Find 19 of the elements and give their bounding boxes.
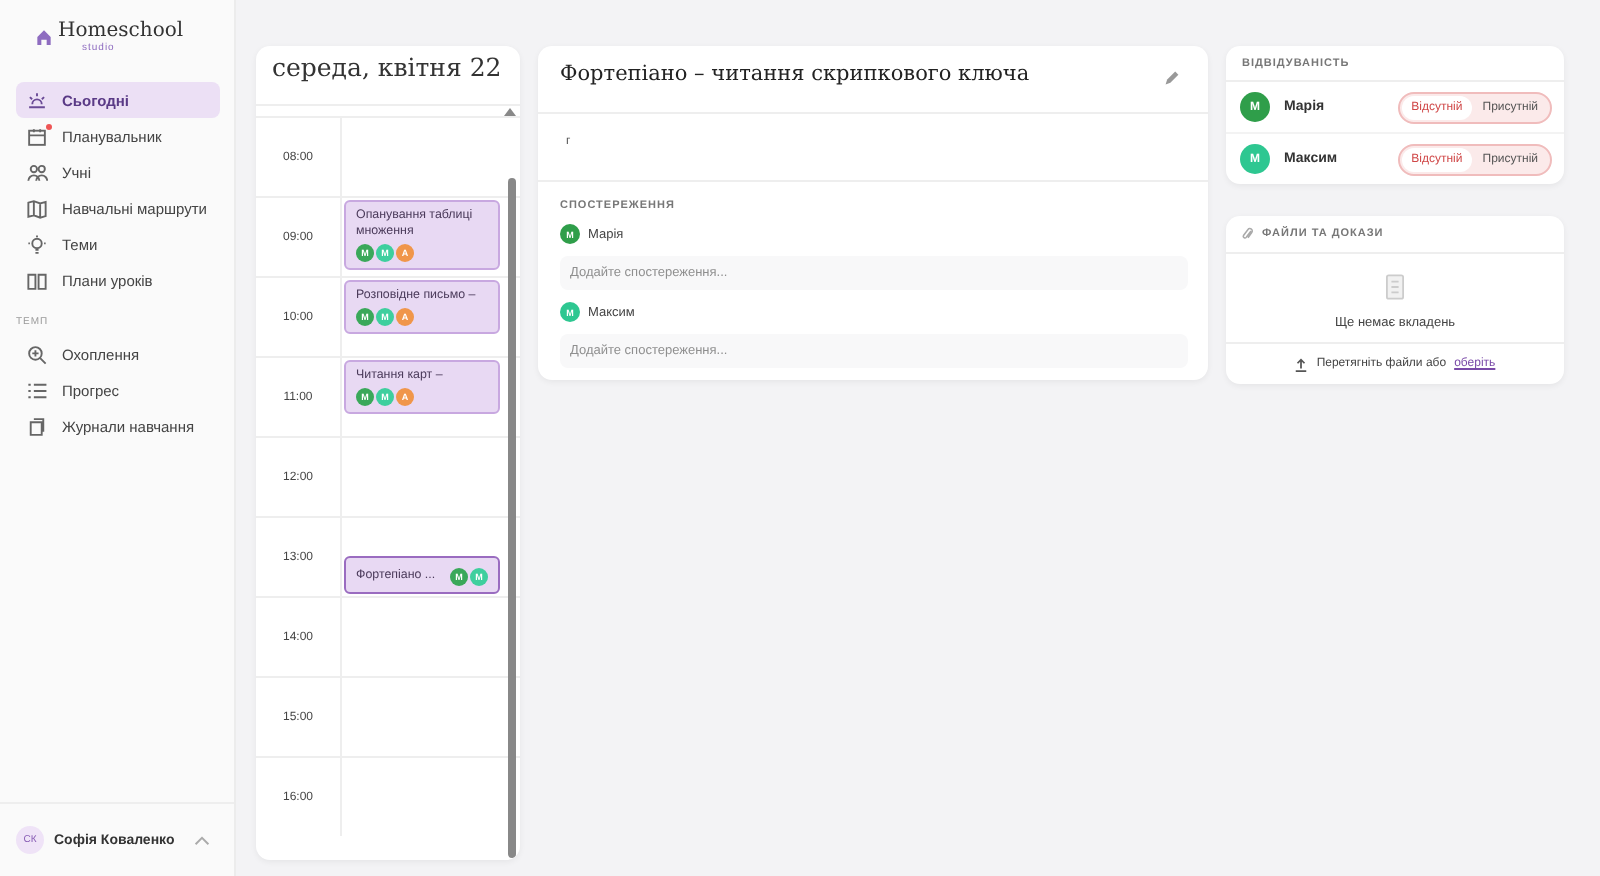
nav-icon (26, 197, 48, 219)
nav-icon (26, 161, 48, 183)
upload-icon (1294, 357, 1309, 371)
chevron-icon[interactable] (194, 835, 210, 845)
scrollbar[interactable] (508, 178, 516, 858)
paperclip-icon (1242, 226, 1254, 242)
calendar-title: середа, квітня 22 (256, 46, 520, 106)
edit-icon[interactable] (1164, 70, 1180, 86)
brand-name: Homeschool (58, 20, 184, 42)
nav-icon (26, 89, 48, 111)
nav-icon (26, 343, 48, 365)
lesson-title: Фортепіано – читання скрипкового ключа (560, 62, 1030, 86)
logo-icon (36, 28, 52, 46)
document-icon (1386, 274, 1404, 300)
nav-icon (26, 379, 48, 401)
nav-icon (26, 269, 48, 291)
nav-icon (26, 415, 48, 437)
nav-icon (26, 233, 48, 255)
scroll-up-icon[interactable] (504, 108, 516, 116)
